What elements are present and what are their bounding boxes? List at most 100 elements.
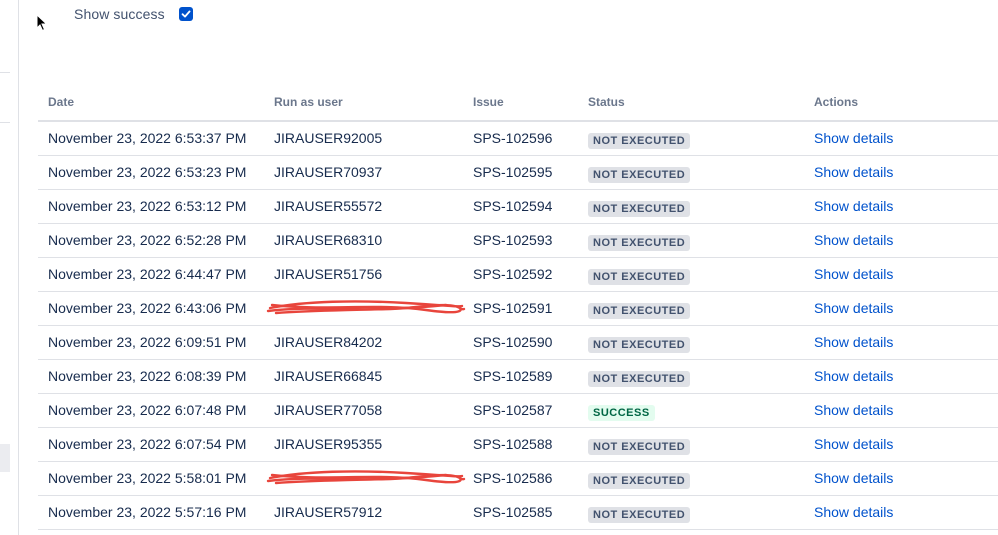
- table-row: November 23, 2022 6:53:37 PM JIRAUSER9200…: [38, 122, 998, 156]
- row-date: November 23, 2022 6:53:37 PM: [48, 130, 247, 146]
- row-issue-key: SPS-102595: [473, 164, 553, 180]
- row-status: SUCCESS: [588, 403, 655, 421]
- row-date: November 23, 2022 6:52:28 PM: [48, 232, 247, 248]
- row-issue-key: SPS-102586: [473, 470, 553, 486]
- sidebar-divider: [0, 122, 10, 123]
- row-status: NOT EXECUTED: [588, 165, 691, 183]
- row-run-as-user: JIRAUSER77058: [274, 402, 383, 418]
- show-details-link[interactable]: Show details: [814, 334, 893, 350]
- table-body: November 23, 2022 6:53:37 PM JIRAUSER9200…: [38, 122, 998, 530]
- row-date: November 23, 2022 6:43:06 PM: [48, 300, 247, 316]
- row-run-as-user: JIRAUSER57912: [274, 504, 383, 520]
- show-details-link[interactable]: Show details: [814, 436, 893, 452]
- row-issue-key: SPS-102588: [473, 436, 553, 452]
- redaction-scribble: [266, 300, 466, 315]
- sidebar-selected-item[interactable]: [0, 444, 10, 472]
- row-status: NOT EXECUTED: [588, 199, 691, 217]
- show-success-filter: Show success: [74, 4, 193, 24]
- table-row: November 23, 2022 5:58:01 PM SPS-102586 NO…: [38, 462, 998, 496]
- status-badge: NOT EXECUTED: [588, 439, 691, 455]
- row-date: November 23, 2022 5:57:16 PM: [48, 504, 247, 520]
- row-status: NOT EXECUTED: [588, 335, 691, 353]
- row-status: NOT EXECUTED: [588, 471, 691, 489]
- show-details-link[interactable]: Show details: [814, 368, 893, 384]
- row-issue-key: SPS-102585: [473, 504, 553, 520]
- table-row: November 23, 2022 6:44:47 PM JIRAUSER5175…: [38, 258, 998, 292]
- status-badge: NOT EXECUTED: [588, 269, 691, 285]
- show-details-link[interactable]: Show details: [814, 470, 893, 486]
- row-date: November 23, 2022 6:07:48 PM: [48, 402, 247, 418]
- row-date: November 23, 2022 6:53:23 PM: [48, 164, 247, 180]
- checkmark-icon: [181, 10, 191, 18]
- column-header-run-as-user[interactable]: Run as user: [274, 95, 343, 109]
- show-details-link[interactable]: Show details: [814, 130, 893, 146]
- row-status: NOT EXECUTED: [588, 267, 691, 285]
- show-success-checkbox[interactable]: [178, 7, 193, 21]
- row-date: November 23, 2022 6:53:12 PM: [48, 198, 247, 214]
- row-run-as-user: JIRAUSER66845: [274, 368, 383, 384]
- row-date: November 23, 2022 6:07:54 PM: [48, 436, 247, 452]
- row-issue-key: SPS-102589: [473, 368, 553, 384]
- show-details-link[interactable]: Show details: [814, 300, 893, 316]
- status-badge: NOT EXECUTED: [588, 133, 691, 149]
- table-row: November 23, 2022 6:53:12 PM JIRAUSER5557…: [38, 190, 998, 224]
- status-badge: NOT EXECUTED: [588, 201, 691, 217]
- row-date: November 23, 2022 5:58:01 PM: [48, 470, 247, 486]
- row-run-as-user: JIRAUSER92005: [274, 130, 383, 146]
- status-badge: NOT EXECUTED: [588, 371, 691, 387]
- sidebar-divider: [0, 72, 10, 73]
- row-run-as-user: JIRAUSER55572: [274, 198, 383, 214]
- row-run-as-user: JIRAUSER68310: [274, 232, 383, 248]
- show-details-link[interactable]: Show details: [814, 164, 893, 180]
- row-status: NOT EXECUTED: [588, 369, 691, 387]
- show-success-label: Show success: [74, 6, 165, 22]
- row-issue-key: SPS-102592: [473, 266, 553, 282]
- row-status: NOT EXECUTED: [588, 131, 691, 149]
- row-status: NOT EXECUTED: [588, 301, 691, 319]
- redaction-scribble: [266, 470, 466, 485]
- row-run-as-user: JIRAUSER84202: [274, 334, 383, 350]
- row-issue-key: SPS-102594: [473, 198, 553, 214]
- table-row: November 23, 2022 5:57:16 PM JIRAUSER5791…: [38, 496, 998, 530]
- audit-log-table: Date Run as user Issue Status Actions No…: [38, 86, 998, 530]
- status-badge: SUCCESS: [588, 405, 655, 421]
- row-run-as-user: JIRAUSER70937: [274, 164, 383, 180]
- row-issue-key: SPS-102593: [473, 232, 553, 248]
- show-details-link[interactable]: Show details: [814, 504, 893, 520]
- row-date: November 23, 2022 6:08:39 PM: [48, 368, 247, 384]
- table-row: November 23, 2022 6:07:54 PM JIRAUSER9535…: [38, 428, 998, 462]
- table-row: November 23, 2022 6:07:48 PM JIRAUSER7705…: [38, 394, 998, 428]
- status-badge: NOT EXECUTED: [588, 235, 691, 251]
- status-badge: NOT EXECUTED: [588, 507, 691, 523]
- row-issue-key: SPS-102587: [473, 402, 553, 418]
- row-run-as-user: JIRAUSER51756: [274, 266, 383, 282]
- status-badge: NOT EXECUTED: [588, 473, 691, 489]
- left-sidebar: [0, 0, 19, 535]
- row-status: NOT EXECUTED: [588, 505, 691, 523]
- row-date: November 23, 2022 6:44:47 PM: [48, 266, 247, 282]
- show-details-link[interactable]: Show details: [814, 266, 893, 282]
- row-date: November 23, 2022 6:09:51 PM: [48, 334, 247, 350]
- row-issue-key: SPS-102596: [473, 130, 553, 146]
- column-header-date[interactable]: Date: [48, 95, 74, 109]
- status-badge: NOT EXECUTED: [588, 167, 691, 183]
- table-row: November 23, 2022 6:09:51 PM JIRAUSER8420…: [38, 326, 998, 360]
- table-row: November 23, 2022 6:08:39 PM JIRAUSER6684…: [38, 360, 998, 394]
- automation-audit-log-page: Show success Date Run as user Issue Stat…: [0, 0, 998, 535]
- table-row: November 23, 2022 6:43:06 PM SPS-102591 NO…: [38, 292, 998, 326]
- row-status: NOT EXECUTED: [588, 437, 691, 455]
- table-row: November 23, 2022 6:52:28 PM JIRAUSER6831…: [38, 224, 998, 258]
- status-badge: NOT EXECUTED: [588, 303, 691, 319]
- row-status: NOT EXECUTED: [588, 233, 691, 251]
- column-header-issue[interactable]: Issue: [473, 95, 504, 109]
- show-details-link[interactable]: Show details: [814, 402, 893, 418]
- mouse-pointer-icon: [36, 14, 48, 32]
- row-run-as-user: JIRAUSER95355: [274, 436, 383, 452]
- row-issue-key: SPS-102590: [473, 334, 553, 350]
- column-header-status[interactable]: Status: [588, 95, 625, 109]
- status-badge: NOT EXECUTED: [588, 337, 691, 353]
- show-details-link[interactable]: Show details: [814, 198, 893, 214]
- table-header: Date Run as user Issue Status Actions: [38, 86, 998, 122]
- table-row: November 23, 2022 6:53:23 PM JIRAUSER7093…: [38, 156, 998, 190]
- show-details-link[interactable]: Show details: [814, 232, 893, 248]
